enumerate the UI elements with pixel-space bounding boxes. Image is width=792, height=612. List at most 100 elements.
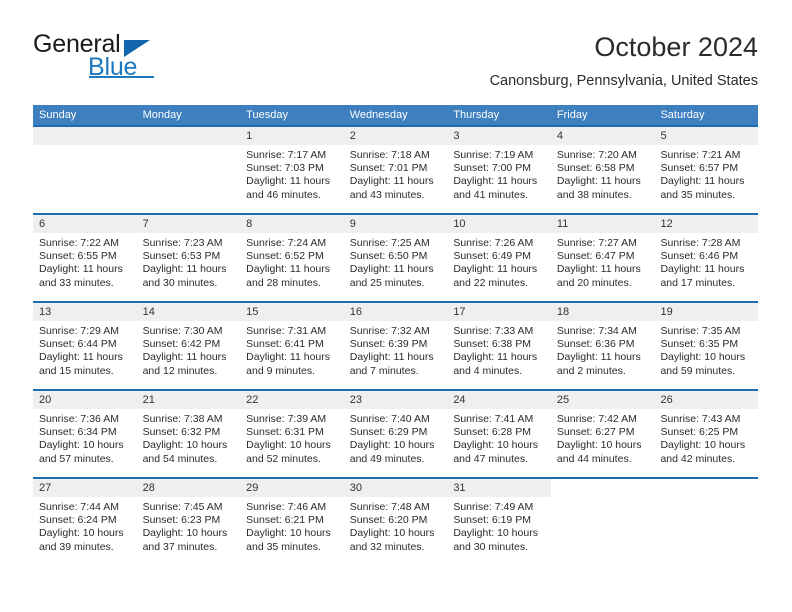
sunset-text: Sunset: 6:57 PM xyxy=(660,162,739,175)
day-cell-15[interactable]: 15 Sunrise: 7:31 AM Sunset: 6:41 PM Dayligh… xyxy=(240,303,344,389)
day-number: 25 xyxy=(556,394,570,406)
daylight-text-line1: Daylight: 10 hours xyxy=(453,527,538,540)
daylight-text-line1: Daylight: 11 hours xyxy=(39,351,123,364)
day-number-band: 20 xyxy=(33,391,137,409)
day-cell-26[interactable]: 26 Sunrise: 7:43 AM Sunset: 6:25 PM Dayligh… xyxy=(654,391,759,477)
day-cell-21[interactable]: 21 Sunrise: 7:38 AM Sunset: 6:32 PM Dayligh… xyxy=(136,391,241,477)
daylight-text-line2: and 35 minutes. xyxy=(246,540,321,553)
day-number: 23 xyxy=(349,394,362,406)
day-cell-11[interactable]: 11 Sunrise: 7:27 AM Sunset: 6:47 PM Dayligh… xyxy=(550,215,655,301)
day-number-band: 13 xyxy=(33,303,137,321)
day-cell-9[interactable]: 9 Sunrise: 7:25 AM Sunset: 6:50 PM Daylight… xyxy=(343,215,448,301)
day-cell-23[interactable]: 23 Sunrise: 7:40 AM Sunset: 6:29 PM Dayligh… xyxy=(343,391,448,477)
day-number: 16 xyxy=(349,306,362,318)
sunrise-text: Sunrise: 7:22 AM xyxy=(39,237,119,249)
day-cell-25[interactable]: 25 Sunrise: 7:42 AM Sunset: 6:27 PM Dayligh… xyxy=(550,391,655,477)
day-cell-6[interactable]: 6 Sunrise: 7:22 AM Sunset: 6:55 PM Daylight… xyxy=(33,215,137,301)
daylight-text-line1: Daylight: 10 hours xyxy=(349,527,435,540)
daylight-text-line2: and 33 minutes. xyxy=(39,276,114,289)
daylight-text-line2: and 57 minutes. xyxy=(39,452,114,465)
daylight-text-line1: Daylight: 11 hours xyxy=(660,175,745,188)
day-cell-10[interactable]: 10 Sunrise: 7:26 AM Sunset: 6:49 PM Dayligh… xyxy=(447,215,551,301)
daylight-text-line1: Daylight: 11 hours xyxy=(556,175,641,188)
day-cell-31[interactable]: 31 Sunrise: 7:49 AM Sunset: 6:19 PM Dayligh… xyxy=(447,479,551,565)
day-number-band: 24 xyxy=(447,391,551,409)
daylight-text-line1: Daylight: 11 hours xyxy=(246,175,331,188)
sunrise-text: Sunrise: 7:26 AM xyxy=(453,237,534,249)
day-cell-24[interactable]: 24 Sunrise: 7:41 AM Sunset: 6:28 PM Dayligh… xyxy=(447,391,551,477)
day-number-band: 4 xyxy=(550,127,655,145)
daylight-text-line1: Daylight: 11 hours xyxy=(349,175,434,188)
day-cell-5[interactable]: 5 Sunrise: 7:21 AM Sunset: 6:57 PM Daylight… xyxy=(654,127,759,213)
daylight-text-line1: Daylight: 11 hours xyxy=(556,351,641,364)
day-details: Sunrise: 7:46 AM Sunset: 6:21 PM Daylight:… xyxy=(240,497,344,554)
day-cell-29[interactable]: 29 Sunrise: 7:46 AM Sunset: 6:21 PM Dayligh… xyxy=(240,479,344,565)
day-cell-2[interactable]: 2 Sunrise: 7:18 AM Sunset: 7:01 PM Daylight… xyxy=(343,127,448,213)
sunset-text: Sunset: 6:25 PM xyxy=(660,426,739,439)
day-cell-22[interactable]: 22 Sunrise: 7:39 AM Sunset: 6:31 PM Dayligh… xyxy=(240,391,344,477)
sunrise-text: Sunrise: 7:34 AM xyxy=(556,325,637,337)
day-details: Sunrise: 7:29 AM Sunset: 6:44 PM Daylight:… xyxy=(33,321,137,378)
daylight-text-line1: Daylight: 10 hours xyxy=(142,439,228,452)
day-number-band: 25 xyxy=(550,391,655,409)
weekday-header-monday: Monday xyxy=(142,109,182,121)
day-cell-28[interactable]: 28 Sunrise: 7:45 AM Sunset: 6:23 PM Dayligh… xyxy=(136,479,241,565)
day-cell-13[interactable]: 13 Sunrise: 7:29 AM Sunset: 6:44 PM Dayligh… xyxy=(33,303,137,389)
daylight-text-line2: and 30 minutes. xyxy=(142,276,218,289)
day-number-band: 30 xyxy=(343,479,448,497)
sunset-text: Sunset: 6:58 PM xyxy=(556,162,635,175)
day-cell-20[interactable]: 20 Sunrise: 7:36 AM Sunset: 6:34 PM Dayligh… xyxy=(33,391,137,477)
sunset-text: Sunset: 6:29 PM xyxy=(349,426,428,439)
day-cell-30[interactable]: 30 Sunrise: 7:48 AM Sunset: 6:20 PM Dayligh… xyxy=(343,479,448,565)
day-number: 9 xyxy=(349,218,356,230)
day-cell-27[interactable]: 27 Sunrise: 7:44 AM Sunset: 6:24 PM Dayligh… xyxy=(33,479,137,565)
daylight-text-line1: Daylight: 10 hours xyxy=(39,439,124,452)
day-number-band: 26 xyxy=(654,391,759,409)
sunrise-text: Sunrise: 7:46 AM xyxy=(246,501,327,513)
daylight-text-line1: Daylight: 11 hours xyxy=(660,263,745,276)
day-details: Sunrise: 7:20 AM Sunset: 6:58 PM Daylight:… xyxy=(551,145,655,202)
daylight-text-line1: Daylight: 10 hours xyxy=(246,439,331,452)
sunset-text: Sunset: 6:41 PM xyxy=(246,338,324,351)
day-cell-12[interactable]: 12 Sunrise: 7:28 AM Sunset: 6:46 PM Dayligh… xyxy=(654,215,759,301)
sunrise-text: Sunrise: 7:20 AM xyxy=(556,149,637,161)
day-cell-4[interactable]: 4 Sunrise: 7:20 AM Sunset: 6:58 PM Daylight… xyxy=(550,127,655,213)
day-cell-8[interactable]: 8 Sunrise: 7:24 AM Sunset: 6:52 PM Daylight… xyxy=(240,215,344,301)
daylight-text-line2: and 44 minutes. xyxy=(556,452,632,465)
sunset-text: Sunset: 6:39 PM xyxy=(349,338,428,351)
day-number: 3 xyxy=(453,130,460,142)
day-cell-7[interactable]: 7 Sunrise: 7:23 AM Sunset: 6:53 PM Daylight… xyxy=(136,215,241,301)
day-number-band: 28 xyxy=(136,479,241,497)
daylight-text-line2: and 39 minutes. xyxy=(39,540,114,553)
day-cell-17[interactable]: 17 Sunrise: 7:33 AM Sunset: 6:38 PM Dayligh… xyxy=(447,303,551,389)
daylight-text-line1: Daylight: 10 hours xyxy=(660,351,746,364)
day-cell-14[interactable]: 14 Sunrise: 7:30 AM Sunset: 6:42 PM Dayligh… xyxy=(136,303,241,389)
sunset-text: Sunset: 6:19 PM xyxy=(453,514,531,527)
weekday-header-wednesday: Wednesday xyxy=(349,109,408,121)
sunset-text: Sunset: 7:01 PM xyxy=(349,162,428,175)
day-cell-3[interactable]: 3 Sunrise: 7:19 AM Sunset: 7:00 PM Daylight… xyxy=(447,127,551,213)
sunrise-text: Sunrise: 7:25 AM xyxy=(349,237,430,249)
day-cell-1[interactable]: 1 Sunrise: 7:17 AM Sunset: 7:03 PM Daylight… xyxy=(240,127,344,213)
sunset-text: Sunset: 6:55 PM xyxy=(39,250,117,263)
sunset-text: Sunset: 6:47 PM xyxy=(556,250,635,263)
title-block: October 2024 Canonsburg, Pennsylvania, U… xyxy=(490,30,758,90)
day-details: Sunrise: 7:45 AM Sunset: 6:23 PM Daylight:… xyxy=(137,497,241,554)
day-number-band: 2 xyxy=(343,127,448,145)
sunset-text: Sunset: 6:53 PM xyxy=(142,250,221,263)
general-blue-logo[interactable]: General Blue xyxy=(33,30,263,86)
calendar-week-row: 1 Sunrise: 7:17 AM Sunset: 7:03 PM Daylight… xyxy=(33,125,759,213)
weekday-header-saturday: Saturday xyxy=(660,109,705,121)
daylight-text-line2: and 32 minutes. xyxy=(349,540,425,553)
day-cell-16[interactable]: 16 Sunrise: 7:32 AM Sunset: 6:39 PM Dayligh… xyxy=(343,303,448,389)
sunrise-text: Sunrise: 7:23 AM xyxy=(142,237,223,249)
day-number: 17 xyxy=(453,306,466,318)
day-number-band: 19 xyxy=(654,303,759,321)
day-number: 4 xyxy=(556,130,564,142)
day-number: 6 xyxy=(39,218,46,230)
sunset-text: Sunset: 6:20 PM xyxy=(349,514,428,527)
day-cell-19[interactable]: 19 Sunrise: 7:35 AM Sunset: 6:35 PM Dayligh… xyxy=(654,303,759,389)
day-number-band: 12 xyxy=(654,215,759,233)
day-number-band: 21 xyxy=(136,391,241,409)
day-cell-18[interactable]: 18 Sunrise: 7:34 AM Sunset: 6:36 PM Dayligh… xyxy=(550,303,655,389)
